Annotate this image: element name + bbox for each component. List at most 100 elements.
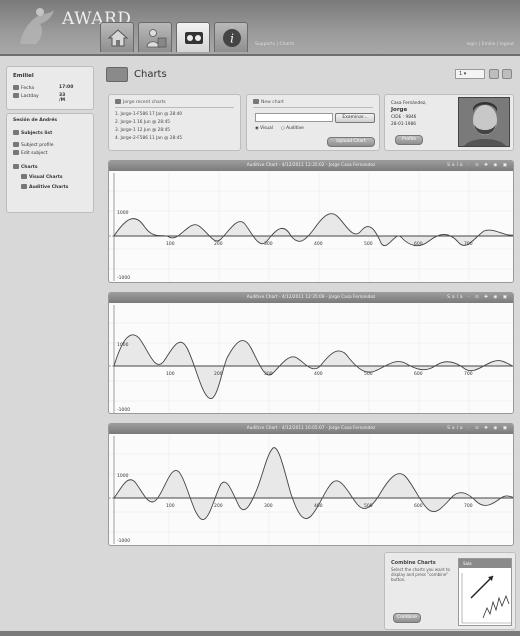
- combine-arrow-icon: [461, 573, 511, 624]
- new-chart-title: New chart: [253, 99, 284, 105]
- chart-plot: 1000 -1000 100 200 300 400 500 600 700: [109, 303, 513, 413]
- x-tick-label: 600: [414, 371, 423, 377]
- user-name: Emiliel: [13, 73, 34, 79]
- x-tick-label: 700: [464, 241, 473, 247]
- radio-auditive[interactable]: ○ Auditive: [281, 126, 304, 131]
- info-icon: i: [223, 29, 241, 47]
- sidebar-section-charts[interactable]: Charts: [13, 164, 38, 170]
- header-links[interactable]: Supports | Charts: [255, 42, 294, 47]
- upload-chart-button[interactable]: Upload Chart: [327, 137, 375, 147]
- x-tick-label: 500: [364, 503, 373, 509]
- auditive-chart-3[interactable]: Auditive Chart - 4/12/2011 16:05:07 - Jo…: [108, 423, 514, 546]
- x-tick-label: 100: [166, 371, 175, 377]
- x-tick-label: 600: [414, 503, 423, 509]
- recent-chart-item[interactable]: 4. Jorge-2-F586 11 Jan @ 28:45: [115, 136, 182, 141]
- tab-home[interactable]: [100, 22, 134, 52]
- divider: [253, 107, 373, 108]
- recent-chart-item[interactable]: 2. Jorge-1 16 Jun @ 28:45: [115, 120, 170, 125]
- chart-header: Auditive Chart - 4/12/2011 12:35:02 - Jo…: [109, 161, 513, 171]
- y-tick-label: 1000: [117, 342, 129, 348]
- chart-plot: 1000 -1000 100 200 300 400 500 600 700: [109, 171, 513, 282]
- recent-chart-item[interactable]: 1. Jorge-1-F586 17 Jan @ 28:40: [115, 112, 182, 117]
- footer-bar: [0, 631, 520, 636]
- chart-header: Auditive Chart - 4/12/2011 12:35:09 - Jo…: [109, 293, 513, 303]
- app-header: AWARD i Supports | Charts login | Emilio…: [0, 0, 520, 56]
- recent-charts-title: Jorge recent charts: [115, 99, 166, 105]
- chart-tools[interactable]: Sala · ⊙ ✚ ◉ ▣: [447, 161, 509, 171]
- divider: [115, 107, 234, 108]
- tab-charts[interactable]: [176, 22, 210, 52]
- x-tick-label: 500: [364, 241, 373, 247]
- tab-users[interactable]: [138, 22, 172, 52]
- x-tick-label: 300: [264, 371, 273, 377]
- house-icon: [107, 29, 129, 47]
- nav-section-session: Sesión de Andrés: [13, 118, 58, 123]
- recent-charts-box: Jorge recent charts 1. Jorge-1-F586 17 J…: [108, 94, 241, 151]
- tab-info[interactable]: i: [214, 22, 248, 52]
- film-icon: [185, 32, 203, 44]
- svg-text:i: i: [230, 32, 234, 46]
- page-select[interactable]: 1 ▾: [455, 69, 485, 79]
- profile-surname: Casa Fernández,: [391, 101, 427, 106]
- auditive-chart-2[interactable]: Auditive Chart - 4/12/2011 12:35:09 - Jo…: [108, 292, 514, 414]
- page-title: Charts: [134, 69, 167, 80]
- y-tick-label: 1000: [117, 210, 129, 216]
- radio-visual[interactable]: ◉ Visual: [255, 126, 273, 131]
- chart-tools[interactable]: Sala · ⊙ ✚ ◉ ▣: [447, 424, 509, 434]
- examine-button[interactable]: Examinar...: [335, 113, 375, 123]
- x-tick-label: 300: [264, 503, 273, 509]
- clock-icon: [13, 85, 19, 90]
- x-tick-label: 700: [464, 503, 473, 509]
- user-info-box: Emiliel Fecha 17:00 Lastday 33 /M: [6, 66, 94, 110]
- profile-icon: [13, 142, 19, 147]
- award-figure-icon: [20, 8, 54, 44]
- sidebar-item-subject-profile[interactable]: Subject profile: [13, 142, 53, 148]
- x-tick-label: 600: [414, 241, 423, 247]
- combine-thumbnail: Sala: [458, 558, 512, 626]
- user-links[interactable]: login | Emilio | logout: [466, 42, 514, 47]
- new-chart-box: New chart Examinar... ◉ Visual ○ Auditiv…: [246, 94, 380, 151]
- sidebar-nav: Sesión de Andrés Subjects list Subject p…: [6, 113, 94, 213]
- eye-icon: [21, 174, 27, 179]
- x-tick-label: 200: [214, 241, 223, 247]
- speaker-icon: [21, 184, 27, 189]
- chart-tools[interactable]: Sala · ⊙ ✚ ◉ ▣: [447, 293, 509, 303]
- sidebar-item-edit-subject[interactable]: Edit subject: [13, 150, 47, 156]
- new-chart-icon: [253, 99, 259, 104]
- x-tick-label: 300: [264, 241, 273, 247]
- auditive-chart-1[interactable]: Auditive Chart - 4/12/2011 12:35:02 - Jo…: [108, 160, 514, 283]
- y-tick-label: -1000: [117, 538, 130, 544]
- x-tick-label: 200: [214, 503, 223, 509]
- combine-description: Select the charts you want to display an…: [391, 567, 450, 582]
- x-tick-label: 400: [314, 371, 323, 377]
- profile-id: CIDE : 9846: [391, 115, 417, 120]
- x-tick-label: 500: [364, 371, 373, 377]
- sidebar-item-auditive-charts[interactable]: Auditive Charts: [21, 184, 68, 190]
- y-tick-label: -1000: [117, 407, 130, 413]
- sidebar-item-subjects-list[interactable]: Subjects list: [13, 130, 52, 136]
- chart-plot: 1000 -1000 100 200 300 400 500 600 700: [109, 434, 513, 545]
- x-tick-label: 200: [214, 371, 223, 377]
- profile-name: Jorge: [391, 107, 408, 113]
- combine-button[interactable]: Combine: [393, 613, 421, 623]
- pencil-icon: [13, 150, 19, 155]
- combine-charts-box: Combine Charts Select the charts you wan…: [384, 552, 516, 630]
- sidebar-item-visual-charts[interactable]: Visual Charts: [21, 174, 63, 180]
- profile-button[interactable]: Profile: [395, 135, 423, 145]
- x-tick-label: 100: [166, 241, 175, 247]
- layout-button-2[interactable]: [502, 69, 512, 79]
- user-row-last: Lastday 33 /M: [13, 93, 65, 103]
- layout-button-1[interactable]: [489, 69, 499, 79]
- combine-title: Combine Charts: [391, 560, 436, 566]
- chart-icon: [13, 164, 19, 169]
- user-icon: [115, 99, 121, 104]
- chart-file-input[interactable]: [255, 113, 333, 122]
- charts-page-icon: [106, 67, 128, 82]
- people-icon: [146, 29, 167, 48]
- chart-header: Auditive Chart - 4/12/2011 16:05:07 - Jo…: [109, 424, 513, 434]
- x-tick-label: 700: [464, 371, 473, 377]
- x-tick-label: 100: [166, 503, 175, 509]
- recent-chart-item[interactable]: 3. Jorge-1 12 Jun @ 28:45: [115, 128, 170, 133]
- user-row-date: Fecha 17:00: [13, 85, 73, 91]
- y-tick-label: 1000: [117, 473, 129, 479]
